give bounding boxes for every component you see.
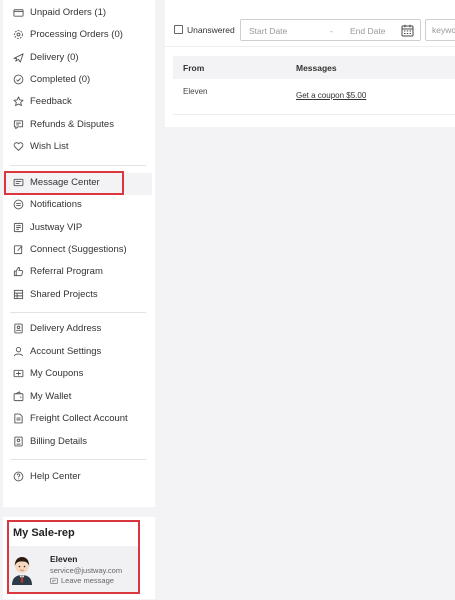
sidebar-item-justway-vip[interactable]: Justway VIP — [13, 218, 82, 236]
sidebar-item-label: Justway VIP — [30, 221, 83, 233]
edit-icon — [13, 244, 24, 255]
sidebar-item-delivery[interactable]: Delivery (0) — [13, 48, 79, 66]
coupon-icon — [13, 368, 24, 379]
sidebar-item-wish-list[interactable]: Wish List — [13, 137, 69, 155]
question-circle-icon — [13, 471, 24, 482]
table-row-divider — [173, 114, 455, 115]
column-header-from: From — [183, 63, 205, 73]
bill-icon — [13, 436, 24, 447]
sidebar-item-billing-details[interactable]: Billing Details — [13, 432, 87, 450]
sidebar-item-label: My Wallet — [30, 390, 72, 402]
sidebar-item-shared-projects[interactable]: Shared Projects — [13, 285, 98, 303]
sidebar-item-processing-orders[interactable]: Processing Orders (0) — [13, 25, 123, 43]
sidebar-item-my-coupons[interactable]: My Coupons — [13, 364, 83, 382]
sidebar-item-referral-program[interactable]: Referral Program — [13, 262, 103, 280]
bell-icon — [13, 199, 24, 210]
message-center-highlight-box — [4, 171, 124, 195]
sidebar-item-feedback[interactable]: Feedback — [13, 92, 72, 110]
filter-divider — [165, 46, 455, 47]
salerep-highlight-box — [7, 520, 140, 594]
sidebar-item-label: Unpaid Orders (1) — [30, 6, 107, 18]
sidebar-item-label: Shared Projects — [30, 288, 98, 300]
sidebar-item-label: Refunds & Disputes — [30, 118, 114, 130]
heart-icon — [13, 141, 24, 152]
sidebar-item-refunds-disputes[interactable]: Refunds & Disputes — [13, 115, 114, 133]
thumbs-up-icon — [13, 266, 24, 277]
sidebar-item-label: Help Center — [30, 470, 81, 482]
message-link[interactable]: Get a coupon $5.00 — [296, 91, 366, 100]
unanswered-checkbox[interactable] — [174, 25, 183, 34]
sidebar-item-label: Delivery Address — [30, 322, 102, 334]
sidebar-item-label: Notifications — [30, 198, 82, 210]
sidebar-item-my-wallet[interactable]: My Wallet — [13, 387, 71, 405]
vip-icon — [13, 222, 24, 233]
sidebar-item-completed[interactable]: Completed (0) — [13, 70, 90, 88]
sidebar-item-connect-suggestions[interactable]: Connect (Suggestions) — [13, 240, 127, 258]
sidebar-item-unpaid-orders[interactable]: Unpaid Orders (1) — [13, 3, 106, 21]
sidebar-item-label: My Coupons — [30, 367, 84, 379]
sidebar-item-label: Completed (0) — [30, 73, 91, 85]
calendar-icon[interactable] — [401, 24, 414, 37]
plane-icon — [13, 52, 24, 63]
sidebar-item-freight-collect-account[interactable]: Freight Collect Account — [13, 409, 128, 427]
sidebar-item-label: Account Settings — [30, 345, 102, 357]
keyword-search-input[interactable]: keywo — [425, 19, 455, 41]
sidebar-item-label: Processing Orders (0) — [30, 28, 123, 40]
sidebar-item-label: Connect (Suggestions) — [30, 243, 127, 255]
unanswered-label: Unanswered — [187, 25, 235, 35]
sidebar-divider — [10, 312, 146, 313]
sidebar-item-help-center[interactable]: Help Center — [13, 467, 81, 485]
star-icon — [13, 95, 24, 107]
sidebar-item-account-settings[interactable]: Account Settings — [13, 342, 101, 360]
wallet-icon — [13, 390, 24, 402]
sidebar-item-notifications[interactable]: Notifications — [13, 195, 82, 213]
check-circle-icon — [13, 74, 24, 85]
gear-icon — [13, 29, 24, 40]
sidebar-item-label: Delivery (0) — [30, 51, 79, 63]
sidebar-item-label: Billing Details — [30, 435, 88, 447]
wallet-icon — [13, 7, 24, 18]
sidebar-item-label: Feedback — [30, 95, 72, 107]
grid-icon — [13, 289, 24, 300]
address-card-icon — [13, 323, 24, 334]
document-icon — [13, 413, 24, 424]
sidebar-item-label: Freight Collect Account — [30, 412, 128, 424]
start-date-input[interactable]: Start Date — [249, 26, 287, 36]
column-header-messages: Messages — [296, 63, 337, 73]
user-icon — [13, 346, 24, 357]
date-separator: - — [330, 26, 333, 36]
sidebar-divider — [10, 165, 146, 166]
sidebar-divider — [10, 459, 146, 460]
sidebar-item-label: Referral Program — [30, 265, 103, 277]
chat-bubble-icon — [13, 119, 24, 130]
sidebar-item-delivery-address[interactable]: Delivery Address — [13, 319, 101, 337]
table-cell-from: Eleven — [183, 87, 208, 96]
sidebar-item-label: Wish List — [30, 140, 69, 152]
end-date-input[interactable]: End Date — [350, 26, 385, 36]
